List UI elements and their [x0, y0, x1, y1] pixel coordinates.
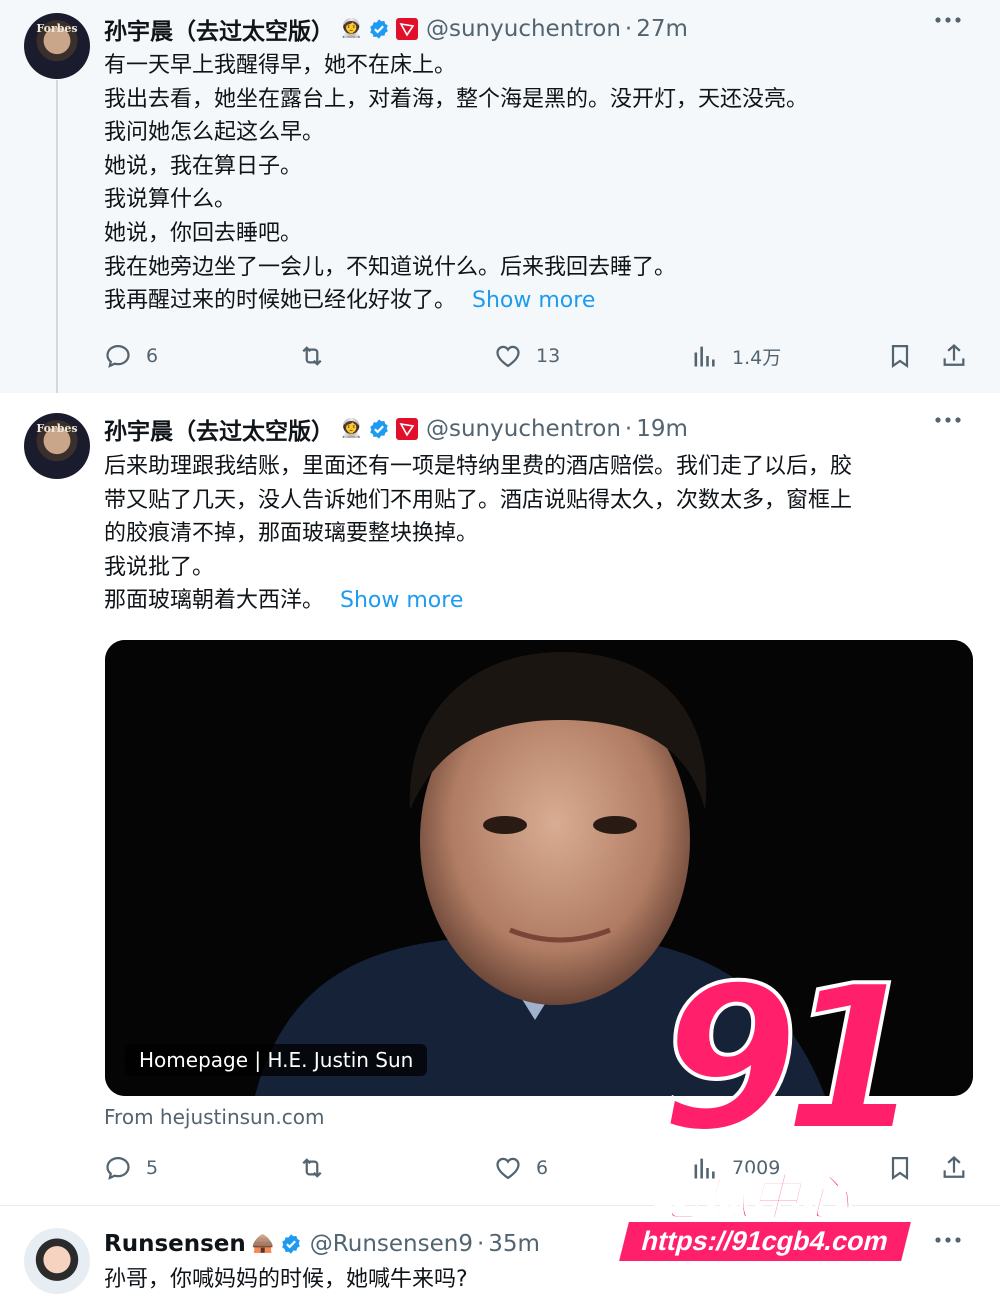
avatar[interactable] [24, 1228, 90, 1294]
more-options-icon[interactable] [934, 1234, 962, 1246]
views-chart-icon [694, 1158, 715, 1179]
verified-badge-icon[interactable] [280, 1233, 302, 1255]
card-source[interactable]: From hejustinsun.com [104, 1105, 324, 1129]
views-count: 7009 [732, 1157, 781, 1179]
card-title: Homepage | H.E. Justin Sun [125, 1044, 428, 1076]
retweet-icon [302, 1158, 322, 1178]
tweet-text-line: 我说算什么。 [104, 187, 237, 213]
separator-dot: · [476, 1231, 485, 1257]
timestamp[interactable]: 27m [636, 16, 688, 42]
avatar-forbes-text: Forbes [36, 422, 78, 435]
heart-icon [496, 1157, 520, 1180]
show-more-link[interactable]: Show more [472, 288, 595, 313]
share-button[interactable] [940, 1153, 968, 1183]
tweet-text-line: 她说，我在算日子。 [104, 153, 303, 179]
author-handle[interactable]: @Runsensen9 [310, 1231, 473, 1257]
share-icon [943, 344, 965, 366]
retweet-button[interactable] [298, 341, 326, 371]
tweet-header: Runsensen 🛖 @Runsensen9 · 35m [104, 1227, 540, 1261]
tweet[interactable]: Runsensen 🛖 @Runsensen9 · 35m 孙哥，你喊妈妈的时候… [0, 1205, 1000, 1302]
avatar-forbes-text: Forbes [36, 22, 78, 35]
tweet-text-line: 我出去看，她坐在露台上，对着海，整个海是黑的。没开灯，天还没亮。 [104, 86, 809, 112]
tweet-actions: 6 13 1.4万 [104, 341, 974, 371]
bookmark-button[interactable] [886, 341, 914, 371]
astronaut-emoji-icon: 👩‍🚀 [340, 418, 363, 439]
tweet-text-line: 的胶痕清不掉，那面玻璃要整块换掉。 [104, 521, 479, 547]
reply-icon [106, 344, 130, 368]
tweet-text-line: 后来助理跟我结账，里面还有一项是特纳里费的酒店赔偿。我们走了以后，胶 [104, 454, 853, 479]
tweet-text-fragment: 那面玻璃朝着大西洋。 [104, 588, 325, 614]
author-name[interactable]: 孙宇晨（去过太空版） [104, 412, 334, 446]
verified-badge-icon[interactable] [368, 418, 390, 440]
tweet-text: 有一天早上我醒得早，她不在床上。 我出去看，她坐在露台上，对着海，整个海是黑的。… [104, 49, 974, 318]
portrait-photo [105, 640, 973, 1096]
tweet-header: 孙宇晨（去过太空版） 👩‍🚀 @sunyuchentron · 27m [104, 12, 688, 46]
like-count: 6 [536, 1157, 549, 1179]
reply-count: 5 [146, 1157, 159, 1179]
tweet-header: 孙宇晨（去过太空版） 👩‍🚀 @sunyuchentron · 19m [104, 412, 688, 446]
author-handle[interactable]: @sunyuchentron [426, 16, 621, 42]
tweet-text-line: 有一天早上我醒得早，她不在床上。 [104, 53, 457, 78]
like-count: 13 [536, 345, 561, 367]
tweet-actions: 5 6 7009 [104, 1153, 974, 1183]
author-name[interactable]: 孙宇晨（去过太空版） [104, 12, 334, 46]
like-button[interactable]: 6 [494, 1153, 548, 1183]
bookmark-button[interactable] [886, 1153, 914, 1183]
tweet-text: 后来助理跟我结账，里面还有一项是特纳里费的酒店赔偿。我们走了以后，胶 带又贴了几… [104, 450, 974, 618]
more-options-icon[interactable] [934, 14, 962, 26]
tweet[interactable]: Forbes 孙宇晨（去过太空版） 👩‍🚀 @sunyuchentron · 1… [0, 393, 1000, 1205]
tweet-text: 孙哥，你喊妈妈的时候，她喊牛来吗? [104, 1263, 974, 1297]
reply-button[interactable]: 6 [104, 341, 158, 371]
timestamp[interactable]: 19m [636, 416, 688, 442]
timestamp[interactable]: 35m [488, 1231, 540, 1257]
tweet-text-line: 我说批了。 [104, 554, 215, 580]
hut-emoji-icon: 🛖 [251, 1233, 275, 1254]
more-options-icon[interactable] [934, 414, 962, 426]
share-button[interactable] [940, 341, 968, 371]
link-card[interactable]: Homepage | H.E. Justin Sun [105, 640, 973, 1096]
tweet-text-line-last: 我再醒过来的时候她已经化好妆了。 Show more [104, 284, 974, 318]
share-icon [943, 1156, 965, 1178]
bookmark-icon [891, 344, 909, 369]
verified-badge-icon[interactable] [368, 18, 390, 40]
bookmark-icon [891, 1156, 909, 1181]
tweet-text-line: 我在她旁边坐了一会儿，不知道说什么。后来我回去睡了。 [104, 254, 677, 280]
tweet-text-line: 孙哥，你喊妈妈的时候，她喊牛来吗? [104, 1267, 468, 1292]
views-count: 1.4万 [732, 346, 782, 369]
separator-dot: · [624, 16, 633, 42]
astronaut-emoji-icon: 👩‍🚀 [340, 18, 363, 39]
tron-logo-icon[interactable] [396, 18, 418, 40]
heart-icon [496, 345, 520, 368]
separator-dot: · [624, 416, 633, 442]
views-button[interactable]: 7009 [690, 1153, 780, 1183]
tweet-text-line: 我问她怎么起这么早。 [104, 120, 325, 146]
reply-icon [106, 1156, 130, 1180]
tron-logo-icon[interactable] [396, 418, 418, 440]
tweet[interactable]: Forbes 孙宇晨（去过太空版） 👩‍🚀 @sunyuchentron · 2… [0, 0, 1000, 393]
views-button[interactable]: 1.4万 [690, 341, 781, 371]
tweet-text-line: 她说，你回去睡吧。 [104, 220, 303, 246]
tweet-text-line-last: 那面玻璃朝着大西洋。 Show more [104, 584, 974, 618]
reply-button[interactable]: 5 [104, 1153, 158, 1183]
retweet-icon [302, 346, 322, 366]
tweet-text-line: 带又贴了几天，没人告诉她们不用贴了。酒店说贴得太久，次数太多，窗框上 [104, 487, 853, 513]
retweet-button[interactable] [298, 1153, 326, 1183]
reply-count: 6 [146, 345, 159, 367]
like-button[interactable]: 13 [494, 341, 560, 371]
tweet-text-fragment: 我再醒过来的时候她已经化好妆了。 [104, 288, 457, 314]
avatar[interactable]: Forbes [24, 413, 90, 479]
avatar[interactable]: Forbes [24, 13, 90, 79]
author-name[interactable]: Runsensen [104, 1231, 246, 1257]
thread-connector-line [56, 80, 58, 393]
author-handle[interactable]: @sunyuchentron [426, 416, 621, 442]
views-chart-icon [694, 346, 715, 367]
show-more-link[interactable]: Show more [340, 588, 463, 613]
